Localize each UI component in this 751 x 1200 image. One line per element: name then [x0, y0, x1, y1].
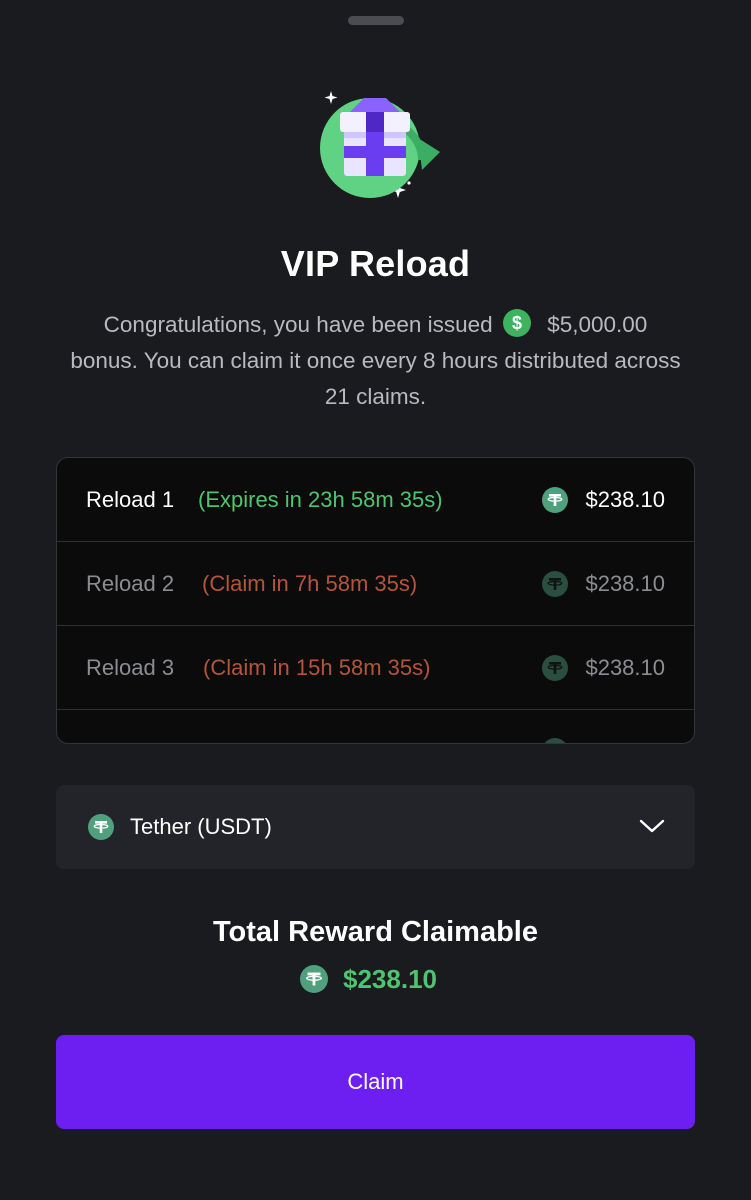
description-suffix: bonus. You can claim it once every 8 hou…: [70, 348, 681, 409]
chevron-down-icon[interactable]: [639, 815, 665, 837]
reload-list[interactable]: Reload 1 (Expires in 23h 58m 35s) $238.1…: [56, 457, 695, 744]
reload-expiry: (Expires in 23h 58m 35s): [198, 487, 443, 512]
reload-amount: $238.10: [585, 655, 665, 680]
total-reward-amount: $238.10: [343, 964, 437, 994]
bonus-description: Congratulations, you have been issued $ …: [70, 307, 681, 415]
reload-row-2[interactable]: Reload 2 (Claim in 7h 58m 35s) $238.10: [57, 542, 694, 626]
reload-amount: $238.10: [585, 571, 665, 596]
tether-icon: [300, 965, 328, 993]
description-prefix: Congratulations, you have been issued: [103, 312, 493, 337]
reload-label: Reload 2: [86, 571, 175, 596]
tether-icon: [88, 814, 114, 840]
modal-title: VIP Reload: [280, 243, 471, 284]
reload-row-1[interactable]: Reload 1 (Expires in 23h 58m 35s) $238.1…: [57, 458, 694, 542]
bonus-amount: $5,000.00: [547, 312, 648, 337]
reload-label: Reload 3: [86, 655, 175, 680]
reload-countdown: (Claim in 7h 58m 35s): [202, 571, 418, 596]
tether-icon: [542, 487, 568, 513]
reload-label: Reload 1: [86, 487, 175, 512]
dollar-coin-icon: $: [502, 309, 531, 337]
gift-reload-icon: [320, 91, 440, 198]
vip-reload-modal: VIP Reload Congratulations, you have bee…: [0, 0, 751, 1200]
tether-icon: [542, 655, 568, 681]
claim-button[interactable]: Claim: [56, 1035, 695, 1129]
reload-row-4-partial[interactable]: [57, 710, 694, 743]
reload-countdown: (Claim in 15h 58m 35s): [203, 655, 431, 680]
reload-amount: $238.10: [585, 487, 665, 512]
currency-label: Tether (USDT): [130, 814, 272, 839]
tether-icon: [542, 571, 568, 597]
currency-select[interactable]: Tether (USDT): [56, 785, 695, 869]
tether-icon: [544, 738, 566, 743]
reload-row-3[interactable]: Reload 3 (Claim in 15h 58m 35s) $238.10: [57, 626, 694, 710]
total-reward-title: Total Reward Claimable: [213, 916, 538, 948]
drag-handle[interactable]: [348, 16, 404, 25]
